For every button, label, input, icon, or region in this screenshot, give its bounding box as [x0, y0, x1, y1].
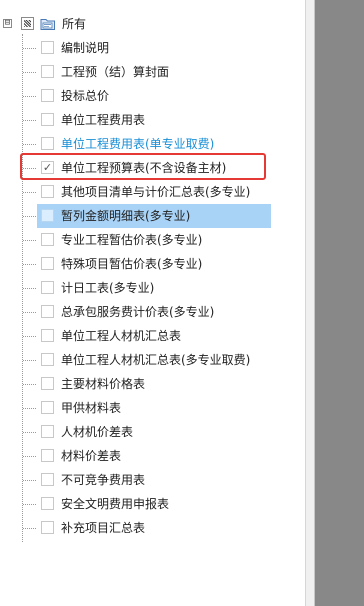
tree-item[interactable]: 甲供材料表	[0, 396, 305, 420]
tree-guide-branch	[23, 456, 36, 457]
folder-icon	[40, 19, 55, 30]
tree-item[interactable]: 总承包服务费计价表(多专业)	[0, 300, 305, 324]
checkbox[interactable]	[41, 113, 54, 126]
vertical-scrollbar[interactable]	[305, 0, 315, 606]
annotation-highlight-box	[20, 153, 266, 180]
tree-item[interactable]: 材料价差表	[0, 444, 305, 468]
tree-item-label: 主要材料价格表	[61, 377, 146, 391]
tree-guide-branch	[23, 480, 36, 481]
tree-item-label: 计日工表(多专业)	[61, 281, 155, 295]
checkbox[interactable]	[41, 65, 54, 78]
tree-item[interactable]: 工程预（结）算封面	[0, 60, 305, 84]
tree-guide-branch	[23, 120, 36, 121]
tree-item-label: 专业工程暂估价表(多专业)	[61, 233, 203, 247]
checkbox[interactable]	[41, 137, 54, 150]
checkbox[interactable]	[41, 449, 54, 462]
checkbox[interactable]	[41, 329, 54, 342]
tree-item[interactable]: 单位工程人材机汇总表	[0, 324, 305, 348]
preview-area	[315, 0, 364, 606]
tree-item[interactable]: 主要材料价格表	[0, 372, 305, 396]
tree-item[interactable]: 计日工表(多专业)	[0, 276, 305, 300]
tree-guide-branch	[23, 144, 36, 145]
tree-item-label: 总承包服务费计价表(多专业)	[61, 305, 215, 319]
tree-item[interactable]: 不可竞争费用表	[0, 468, 305, 492]
tree-item-label: 其他项目清单与计价汇总表(多专业)	[61, 185, 251, 199]
tree-guide-branch	[23, 432, 36, 433]
tree-item-label: 不可竞争费用表	[61, 473, 146, 487]
checkbox[interactable]	[41, 353, 54, 366]
tree-item-label: 材料价差表	[61, 449, 122, 463]
checkbox[interactable]	[41, 521, 54, 534]
tree-item[interactable]: 特殊项目暂估价表(多专业)	[0, 252, 305, 276]
checkbox[interactable]	[41, 377, 54, 390]
report-tree-panel: ⊟ 所有 编制说明工程预（结）算封面 投标总价单位工程费用表单位工程费用表(单专业…	[0, 0, 305, 606]
tree-item-label: 人材机价差表	[61, 425, 134, 439]
tree-guide-branch	[23, 264, 36, 265]
tree-guide-branch	[23, 48, 36, 49]
tree-item[interactable]: 专业工程暂估价表(多专业)	[0, 228, 305, 252]
checkbox[interactable]	[41, 233, 54, 246]
tree-item-label: 特殊项目暂估价表(多专业)	[61, 257, 203, 271]
checkbox[interactable]	[41, 281, 54, 294]
tree-guide-branch	[23, 504, 36, 505]
tree-guide-branch	[23, 408, 36, 409]
checkbox[interactable]	[41, 425, 54, 438]
tree-guide-branch	[23, 192, 36, 193]
tree-guide-branch	[23, 528, 36, 529]
tree-root-row[interactable]: ⊟ 所有	[0, 12, 305, 36]
tree-item[interactable]: 其他项目清单与计价汇总表(多专业)	[0, 180, 305, 204]
collapse-toggle-icon[interactable]: ⊟	[3, 19, 12, 28]
tree-item[interactable]: 投标总价	[0, 84, 305, 108]
tree-item-label: 单位工程人材机汇总表	[61, 329, 182, 343]
tree-item-label: 工程预（结）算封面	[61, 65, 170, 79]
checkbox[interactable]	[41, 401, 54, 414]
tree-item[interactable]: 补充项目汇总表	[0, 516, 305, 540]
tree-item[interactable]: 暂列金额明细表(多专业)	[0, 204, 305, 228]
tree-item-label: 编制说明	[61, 41, 110, 55]
tree-guide-branch	[23, 312, 36, 313]
tree-guide-branch	[23, 288, 36, 289]
checkbox[interactable]	[41, 185, 54, 198]
partial-check-icon	[24, 20, 31, 27]
tree-guide-branch	[23, 336, 36, 337]
checkbox[interactable]	[41, 497, 54, 510]
tree-item[interactable]: 人材机价差表	[0, 420, 305, 444]
tree-item-label: 单位工程人材机汇总表(多专业取费)	[61, 353, 251, 367]
tree-item-label: 补充项目汇总表	[61, 521, 146, 535]
tree-guide-branch	[23, 240, 36, 241]
tree-item[interactable]: 单位工程人材机汇总表(多专业取费)	[0, 348, 305, 372]
tree-item-label: 单位工程费用表	[61, 113, 146, 127]
tree-guide-branch	[23, 216, 36, 217]
checkbox[interactable]	[41, 209, 54, 222]
checkbox[interactable]	[41, 89, 54, 102]
tree-item-label: 单位工程费用表(单专业取费)	[61, 137, 215, 151]
tree-guide-branch	[23, 384, 36, 385]
checkbox[interactable]	[41, 473, 54, 486]
tree-guide-branch	[23, 96, 36, 97]
checkbox[interactable]	[41, 41, 54, 54]
tree-item[interactable]: 编制说明	[0, 36, 305, 60]
checkbox[interactable]	[41, 257, 54, 270]
root-label: 所有	[62, 17, 87, 31]
tree-item-label: 安全文明费用申报表	[61, 497, 170, 511]
tree-item[interactable]: 安全文明费用申报表	[0, 492, 305, 516]
checkbox[interactable]	[41, 305, 54, 318]
root-checkbox[interactable]	[21, 17, 34, 30]
tree-item-label: 投标总价	[61, 89, 110, 103]
tree-item-label: 甲供材料表	[61, 401, 122, 415]
tree-guide-branch	[23, 72, 36, 73]
tree-item-label: 暂列金额明细表(多专业)	[61, 209, 191, 223]
tree-guide-branch	[23, 360, 36, 361]
tree-item[interactable]: 单位工程费用表	[0, 108, 305, 132]
